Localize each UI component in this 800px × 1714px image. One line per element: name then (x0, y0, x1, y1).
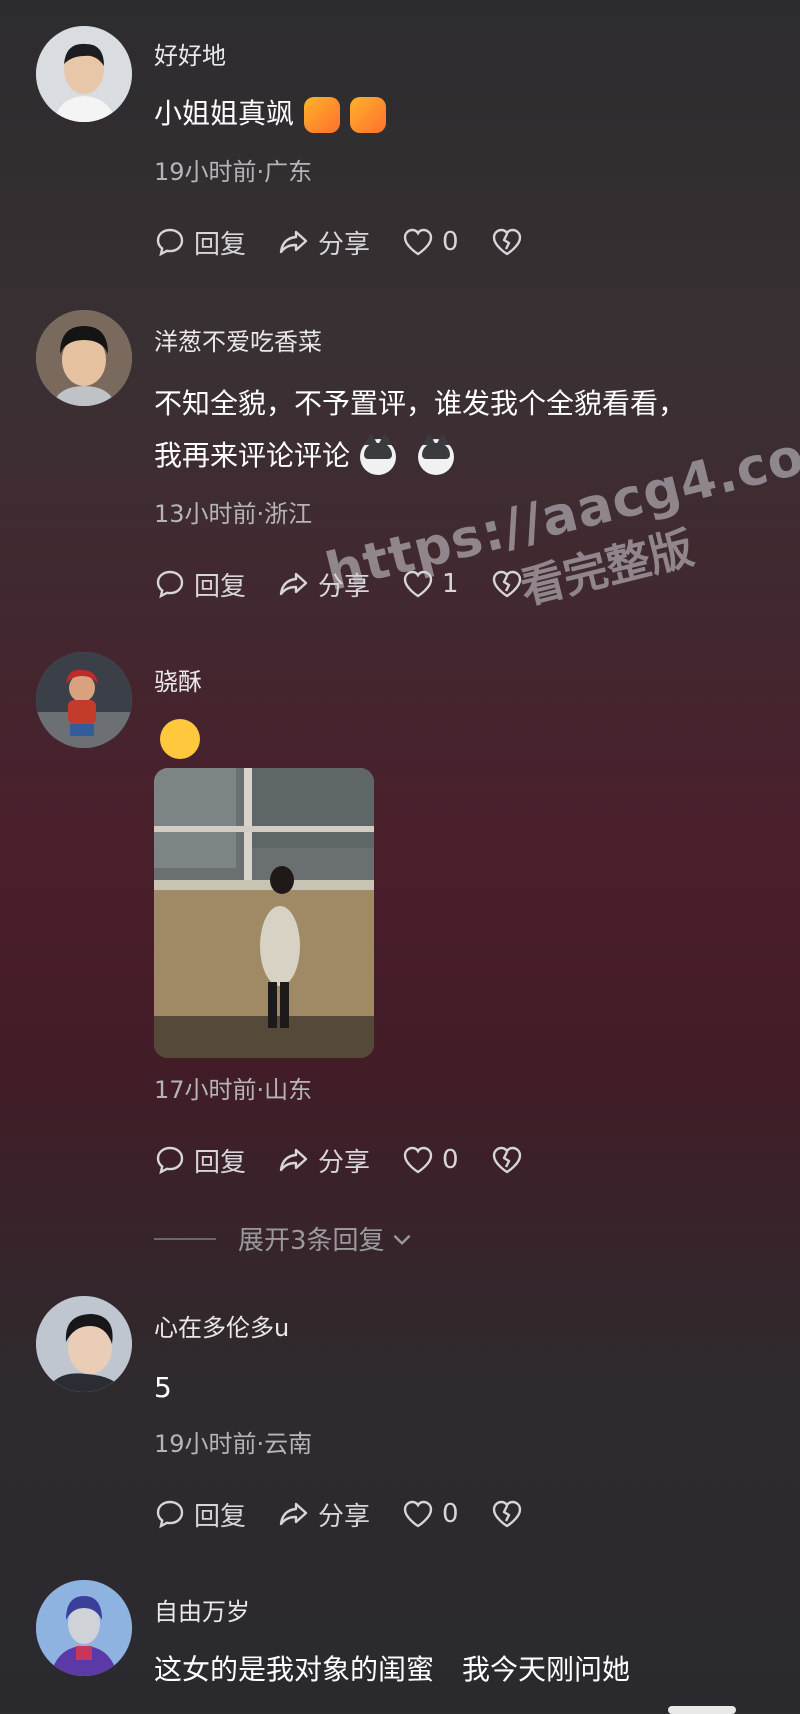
avatar-photo (36, 26, 132, 122)
avatar-photo (36, 310, 132, 406)
username[interactable]: 骁酥 (154, 662, 202, 697)
comment-actions: 回复 分享 0 (152, 1494, 561, 1534)
avatar[interactable] (36, 26, 132, 122)
like-count: 0 (442, 1145, 459, 1175)
like-button[interactable]: 0 (400, 1496, 459, 1532)
heart-eyes-face-icon (160, 719, 200, 759)
share-label: 分享 (318, 1501, 371, 1532)
username[interactable]: 自由万岁 (154, 1592, 250, 1627)
comment-meta: 19小时前·云南 (154, 1430, 313, 1458)
reply-button[interactable]: 回复 (152, 566, 246, 603)
like-count: 0 (442, 227, 459, 257)
home-indicator (668, 1706, 736, 1714)
dislike-button[interactable] (489, 224, 531, 260)
chevron-down-icon (393, 1234, 410, 1245)
comment-text-line1: 不知全貌，不予置评，谁发我个全貌看看， (154, 387, 687, 420)
dislike-button[interactable] (489, 1496, 531, 1532)
share-button[interactable]: 分享 (276, 224, 370, 261)
comment-meta: 13小时前·浙江 (154, 500, 313, 528)
reply-label: 回复 (194, 229, 247, 260)
like-button[interactable]: 0 (400, 1142, 459, 1178)
avatar[interactable] (36, 652, 132, 748)
comment-text-content: 小姐姐真飒 (154, 97, 295, 130)
comment-actions: 回复 分享 0 (152, 222, 561, 262)
expand-replies-button[interactable]: 展开3条回复 (154, 1220, 415, 1257)
comment-text: 这女的是我对象的闺蜜 我今天刚问她 (154, 1653, 631, 1686)
username[interactable]: 洋葱不爱吃香菜 (154, 322, 322, 357)
thumbs-up-icon (350, 97, 387, 133)
dislike-button[interactable] (489, 1142, 531, 1178)
broken-heart-icon (492, 228, 521, 256)
username[interactable]: 心在多伦多u (154, 1308, 289, 1343)
reply-label: 回复 (194, 1501, 247, 1532)
reply-bubble-icon (156, 1500, 184, 1529)
share-arrow-icon (279, 1502, 308, 1526)
reply-bubble-icon (156, 570, 184, 599)
heart-icon (403, 228, 433, 256)
heart-icon (403, 1500, 433, 1528)
reply-button[interactable]: 回复 (152, 1142, 246, 1179)
divider-line (154, 1237, 216, 1240)
share-label: 分享 (318, 229, 371, 260)
comment-actions: 回复 分享 0 (152, 1140, 561, 1180)
avatar-photo (36, 652, 132, 748)
comment-photo (154, 768, 374, 1058)
share-arrow-icon (279, 230, 308, 254)
heart-icon (403, 1146, 433, 1174)
comment-text (154, 710, 200, 766)
reply-bubble-icon (156, 228, 184, 257)
like-button[interactable]: 0 (400, 224, 459, 260)
comment-meta: 19小时前·广东 (154, 158, 313, 186)
comment-image[interactable] (154, 768, 374, 1058)
avatar[interactable] (36, 310, 132, 406)
avatar[interactable] (36, 1296, 132, 1392)
reply-bubble-icon (156, 1146, 184, 1175)
like-count: 0 (442, 1499, 459, 1529)
username[interactable]: 好好地 (154, 36, 226, 71)
share-button[interactable]: 分享 (276, 1142, 370, 1179)
comment-text-line2: 我再来评论评论 (154, 439, 351, 472)
avatar-photo (36, 1296, 132, 1392)
comment-text: 5 (154, 1371, 172, 1404)
comment-text: 小姐姐真飒 (154, 86, 387, 142)
comment-meta: 17小时前·山东 (154, 1076, 313, 1104)
share-label: 分享 (318, 1147, 371, 1178)
expand-replies-label: 展开3条回复 (238, 1226, 385, 1256)
reply-label: 回复 (194, 571, 247, 602)
thumbs-up-icon (304, 97, 341, 133)
share-arrow-icon (279, 1148, 308, 1172)
avatar[interactable] (36, 1580, 132, 1676)
avatar-photo (36, 1580, 132, 1676)
share-arrow-icon (279, 572, 308, 596)
reply-label: 回复 (194, 1147, 247, 1178)
broken-heart-icon (492, 1146, 521, 1174)
share-button[interactable]: 分享 (276, 1496, 370, 1533)
comment-text: 我再来评论评论 (154, 428, 455, 484)
reply-button[interactable]: 回复 (152, 224, 246, 261)
cat-face-icon (360, 433, 397, 475)
broken-heart-icon (492, 1500, 521, 1528)
cat-face-icon (418, 433, 455, 475)
reply-button[interactable]: 回复 (152, 1496, 246, 1533)
